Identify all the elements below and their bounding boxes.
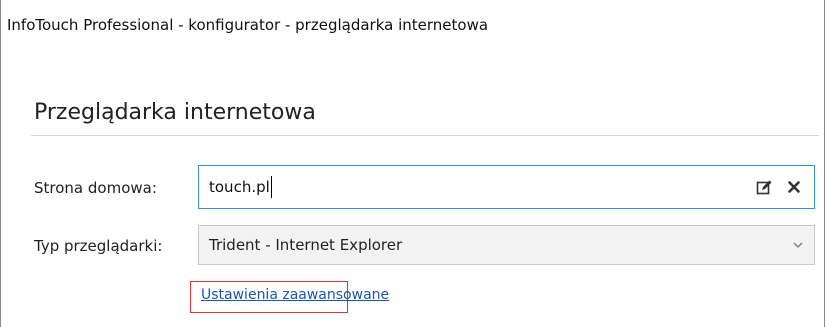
home-page-field[interactable] [198, 165, 815, 209]
home-page-input[interactable] [209, 174, 729, 200]
config-window: InfoTouch Professional - konfigurator - … [0, 0, 825, 327]
clear-button[interactable] [784, 177, 804, 197]
close-icon [788, 181, 800, 193]
browser-type-select[interactable]: Trident - Internet Explorer [198, 225, 815, 265]
window-title: InfoTouch Professional - konfigurator - … [7, 16, 489, 34]
home-page-label: Strona domowa: [34, 179, 157, 197]
advanced-settings-link[interactable]: Ustawienia zaawansowane [201, 287, 389, 303]
edit-button[interactable] [754, 177, 774, 197]
text-caret [271, 176, 272, 198]
section-heading: Przeglądarka internetowa [34, 100, 316, 125]
edit-icon [756, 180, 771, 194]
browser-type-value: Trident - Internet Explorer [209, 236, 403, 254]
chevron-down-icon [793, 242, 803, 248]
section-divider [31, 135, 819, 136]
browser-type-label: Typ przeglądarki: [34, 237, 163, 255]
